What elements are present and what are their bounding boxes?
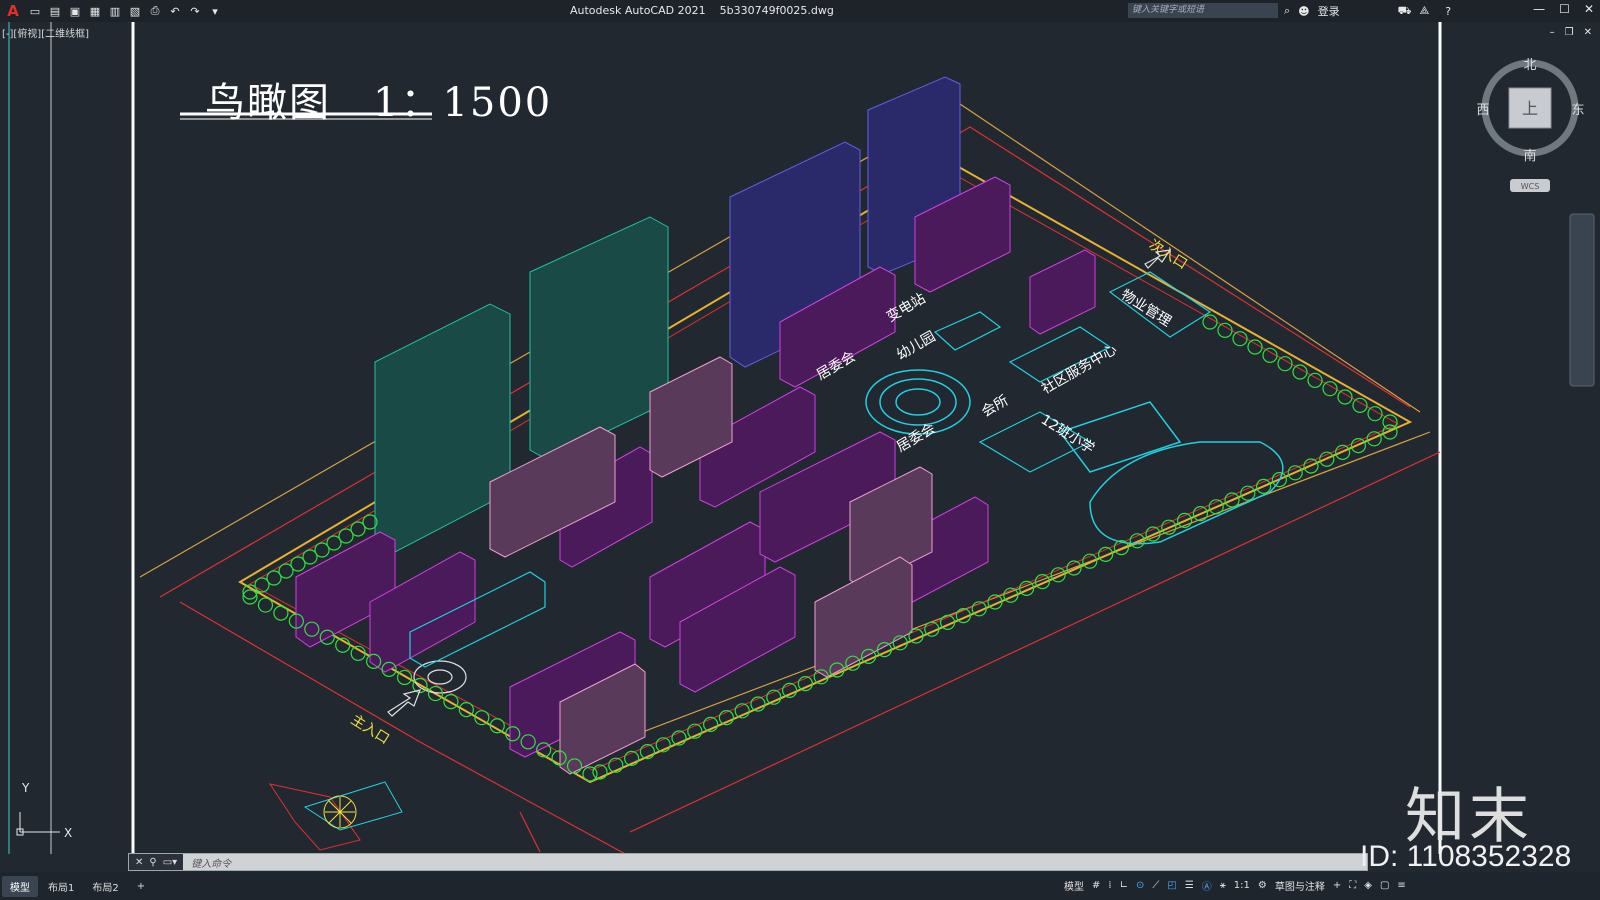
label-kindergarten: 幼儿园	[894, 329, 938, 364]
snap-icon[interactable]: ⁞	[1108, 880, 1111, 891]
ortho-icon[interactable]: ∟	[1120, 880, 1128, 891]
compass-rose-icon	[268, 781, 403, 851]
command-line[interactable]: ✕ ⚲ ▭▾ 键入命令	[128, 853, 1368, 871]
customization-menu-icon[interactable]: ≡	[1397, 880, 1405, 891]
plus-icon[interactable]: +	[1333, 880, 1341, 891]
isodraft-icon[interactable]: ⟋	[1152, 880, 1159, 891]
tree-icon	[1247, 339, 1263, 355]
close-icon[interactable]: ✕	[1584, 2, 1594, 16]
command-line-buttons: ✕ ⚲ ▭▾	[129, 854, 184, 870]
ucs-x-label: X	[64, 826, 72, 840]
quick-access-toolbar: A ▭ ▤ ▣ ▦ ▥ ▧ ⎙ ↶ ↷ ▾	[0, 2, 222, 20]
app-title: Autodesk AutoCAD 2021	[570, 4, 706, 17]
command-input[interactable]: 键入命令	[183, 855, 231, 870]
header-tools: ⌕ ☻ 登录 ⛟ ⟁ ?	[1284, 3, 1451, 19]
workspace-gear-icon[interactable]: ⚙	[1258, 880, 1267, 891]
grid-icon[interactable]: #	[1092, 880, 1100, 891]
wcs-label: WCS	[1521, 182, 1540, 191]
viewport-controls: – ❐ ✕	[1550, 27, 1592, 38]
window-controls: — ☐ ✕	[1533, 2, 1594, 16]
tree-icon	[1217, 322, 1233, 338]
add-layout-button[interactable]: +	[129, 878, 153, 895]
print-icon[interactable]: ⎙	[148, 4, 162, 18]
workspace-switch[interactable]: 草图与注释	[1275, 878, 1325, 893]
label-primary-school: 12班小学	[1038, 412, 1097, 457]
model-space-button[interactable]: 模型	[1064, 878, 1084, 893]
tree-icon	[273, 605, 289, 621]
tree-icon	[1232, 331, 1248, 347]
autoscale-icon[interactable]: ⚹	[1220, 880, 1226, 891]
close-command-icon[interactable]: ✕	[135, 857, 143, 868]
ucs-icon	[16, 812, 60, 836]
sports-field	[1058, 401, 1284, 545]
viewcube-east: 东	[1571, 103, 1584, 118]
clean-screen-icon[interactable]: ▢	[1380, 880, 1389, 891]
viewcube[interactable]: 上 北 南 东 西 WCS	[1476, 58, 1585, 192]
viewcube-west: 西	[1476, 103, 1489, 118]
tab-model[interactable]: 模型	[2, 875, 38, 897]
entrance-arrow-icon	[387, 689, 421, 717]
navigation-bar[interactable]	[1569, 213, 1595, 387]
new-file-icon[interactable]: ▭	[28, 4, 42, 18]
save-as-icon[interactable]: ▦	[88, 4, 102, 18]
viewcube-south: 南	[1523, 148, 1536, 164]
osnap-icon[interactable]: ◰	[1167, 880, 1176, 891]
title-bar: A ▭ ▤ ▣ ▦ ▥ ▧ ⎙ ↶ ↷ ▾ Autodesk AutoCAD 2…	[0, 0, 1600, 22]
tree-icon	[1202, 314, 1218, 330]
save-icon[interactable]: ▣	[68, 4, 82, 18]
help-icon[interactable]: ?	[1445, 5, 1451, 18]
status-bar: 模型 布局1 布局2 + 模型 # ⁞ ∟ ⊙ ⟋ ◰ ☰ Ⓐ ⚹ 1:1 ⚙ …	[0, 872, 1600, 900]
viewcube-top-face: 上	[1522, 99, 1538, 118]
isolate-icon[interactable]: ⛶	[1349, 880, 1356, 891]
open-file-icon[interactable]: ▤	[48, 4, 62, 18]
ucs-y-label: Y	[21, 781, 30, 795]
search-icon[interactable]: ⌕	[1284, 4, 1290, 18]
drawing-title: 鸟瞰图 1：1500	[205, 80, 553, 126]
command-history-icon[interactable]: ▭▾	[163, 857, 177, 868]
label-clubhouse: 会所	[979, 393, 1011, 421]
label-resident-committee: 居委会	[894, 421, 938, 456]
lineweight-icon[interactable]: ☰	[1185, 880, 1194, 891]
label-community-center: 社区服务中心	[1039, 342, 1120, 398]
user-icon[interactable]: ☻	[1298, 5, 1309, 18]
polar-icon[interactable]: ⊙	[1136, 880, 1144, 891]
viewport-minimize-icon[interactable]: –	[1550, 27, 1555, 38]
publish-icon[interactable]: ▧	[128, 4, 142, 18]
drawing-canvas[interactable]: 主入口 次入口 物业管理 变电站 幼儿园 居委会 居委会 社区服务中心 12班小…	[0, 22, 1600, 854]
customize-dropdown-icon[interactable]: ▾	[208, 4, 222, 18]
search-input[interactable]: 键入关键字或短语	[1128, 3, 1278, 18]
label-main-entrance: 主入口	[348, 712, 392, 748]
autocad-logo-icon[interactable]: A	[4, 2, 22, 20]
a360-icon[interactable]: ⟁	[1419, 4, 1429, 18]
tree-icon	[1262, 347, 1278, 363]
annotation-scale[interactable]: 1:1	[1234, 880, 1250, 891]
redo-icon[interactable]: ↷	[188, 4, 202, 18]
plot-icon[interactable]: ▥	[108, 4, 122, 18]
hardware-accel-icon[interactable]: ◈	[1364, 880, 1372, 891]
customize-icon[interactable]: ⚲	[149, 857, 156, 868]
status-tools: 模型 # ⁞ ∟ ⊙ ⟋ ◰ ☰ Ⓐ ⚹ 1:1 ⚙ 草图与注释 + ⛶ ◈ ▢…	[1064, 878, 1406, 893]
cart-icon[interactable]: ⛟	[1398, 4, 1412, 19]
tab-layout2[interactable]: 布局2	[84, 876, 126, 897]
tab-layout1[interactable]: 布局1	[40, 876, 82, 897]
viewport-close-icon[interactable]: ✕	[1584, 27, 1592, 38]
minimize-icon[interactable]: —	[1533, 2, 1545, 16]
annotation-visibility-icon[interactable]: Ⓐ	[1202, 878, 1212, 893]
viewport-restore-icon[interactable]: ❐	[1565, 27, 1574, 38]
viewcube-north: 北	[1523, 58, 1536, 73]
login-button[interactable]: 登录	[1318, 3, 1340, 19]
tree-icon	[257, 597, 274, 613]
watermark-id: ID: 1108352328	[1360, 840, 1572, 873]
undo-icon[interactable]: ↶	[168, 4, 182, 18]
central-plaza	[865, 369, 971, 435]
viewport-label[interactable]: [-][俯视][二维线框]	[2, 25, 89, 40]
file-name: 5b330749f0025.dwg	[719, 4, 834, 17]
tree-icon	[396, 669, 413, 686]
label-secondary-entrance: 次入口	[1146, 237, 1190, 273]
window-title: Autodesk AutoCAD 2021 5b330749f0025.dwg	[570, 4, 834, 17]
maximize-icon[interactable]: ☐	[1559, 2, 1570, 16]
